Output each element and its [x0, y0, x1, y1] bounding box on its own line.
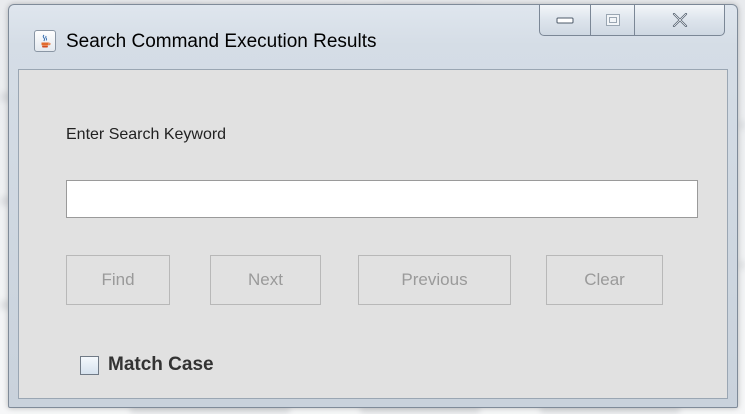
search-dialog-window: Search Command Execution Results Enter S…	[8, 4, 738, 408]
dialog-content-panel: Enter Search Keyword Find Next Previous …	[18, 69, 728, 399]
maximize-icon	[605, 14, 620, 26]
maximize-button[interactable]	[591, 4, 635, 36]
match-case-checkbox[interactable]	[80, 356, 99, 375]
search-input[interactable]	[66, 180, 698, 218]
title-bar[interactable]: Search Command Execution Results	[9, 4, 737, 69]
java-cup-icon[interactable]	[34, 30, 56, 52]
close-icon	[672, 13, 687, 27]
close-button[interactable]	[635, 4, 725, 36]
minimize-button[interactable]	[539, 4, 591, 36]
background-blur	[740, 120, 745, 130]
search-keyword-label: Enter Search Keyword	[66, 126, 227, 143]
match-case-label[interactable]: Match Case	[108, 354, 214, 376]
window-controls	[539, 4, 725, 38]
clear-button[interactable]: Clear	[546, 255, 663, 305]
find-button[interactable]: Find	[66, 255, 170, 305]
background-blur	[740, 260, 745, 270]
previous-button[interactable]: Previous	[358, 255, 511, 305]
next-button[interactable]: Next	[210, 255, 321, 305]
minimize-icon	[556, 17, 574, 24]
window-title: Search Command Execution Results	[66, 31, 377, 52]
